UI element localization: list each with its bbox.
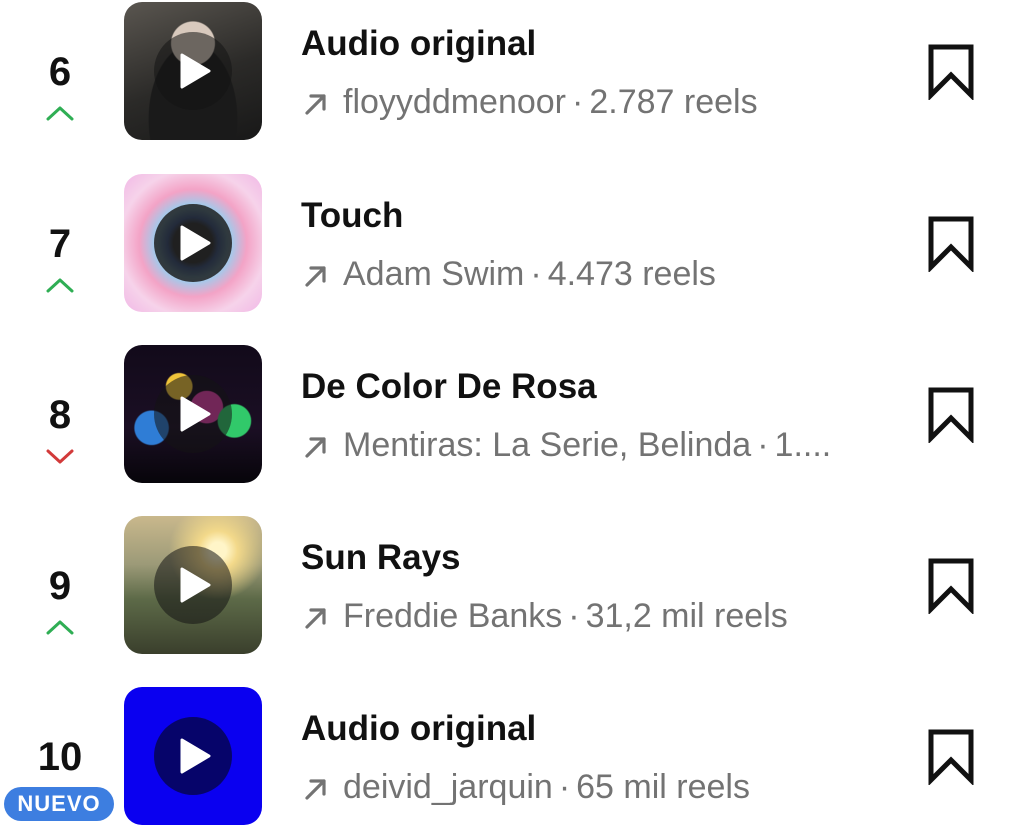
play-icon[interactable] [154,32,232,110]
separator-dot: · [558,768,571,806]
audio-thumbnail[interactable] [124,516,262,654]
arrow-up-right-icon [301,89,331,119]
separator-dot: · [757,426,769,464]
rank-number: 7 [48,222,72,266]
audio-meta: floyyddmenoor · 2.787 reels [301,80,901,124]
list-item[interactable]: 10 NUEVO Audio original deivid_jarquin · 6… [0,685,1024,825]
rank-number: 8 [48,393,72,437]
reels-count: 2.787 reels [589,83,758,121]
reels-count: 65 mil reels [576,768,750,806]
arrow-up-right-icon [301,774,331,804]
play-icon[interactable] [154,717,232,795]
rank-number: 9 [48,564,72,608]
reels-count: 1.... [774,426,832,464]
audio-meta: Freddie Banks · 31,2 mil reels [301,594,901,638]
trend-down-icon [0,447,120,470]
new-badge: NUEVO [4,787,114,821]
audio-title[interactable]: Sun Rays [301,536,461,580]
audio-thumbnail[interactable] [124,345,262,483]
audio-title[interactable]: Audio original [301,707,536,751]
audio-meta: deivid_jarquin · 65 mil reels [301,765,901,809]
rank-number: 6 [48,50,72,94]
bookmark-icon[interactable] [922,42,980,102]
arrow-up-right-icon [301,432,331,462]
reels-count: 31,2 mil reels [585,597,788,635]
bookmark-icon[interactable] [922,385,980,445]
separator-dot: · [572,83,584,121]
artist-name[interactable]: Adam Swim [343,255,524,293]
list-item[interactable]: 9 Sun Rays Freddie Banks · 31,2 mil reels [0,514,1024,654]
list-item[interactable]: 7 Touch Adam Swim · 4.473 reels [0,172,1024,312]
audio-thumbnail[interactable] [124,174,262,312]
artist-name[interactable]: deivid_jarquin [343,768,553,806]
artist-name[interactable]: Mentiras: La Serie, Belinda [343,426,751,464]
audio-meta: Mentiras: La Serie, Belinda · 1.... [301,423,901,467]
audio-thumbnail[interactable] [124,687,262,825]
reels-count: 4.473 reels [547,255,716,293]
trend-up-icon [0,618,120,641]
rank-number: 10 [37,735,83,779]
play-icon[interactable] [154,375,232,453]
audio-title[interactable]: De Color De Rosa [301,365,597,409]
artist-name[interactable]: floyyddmenoor [343,83,566,121]
separator-dot: · [530,255,542,293]
bookmark-icon[interactable] [922,727,980,787]
audio-meta: Adam Swim · 4.473 reels [301,252,901,296]
artist-name[interactable]: Freddie Banks [343,597,562,635]
bookmark-icon[interactable] [922,556,980,616]
separator-dot: · [568,597,580,635]
audio-thumbnail[interactable] [124,2,262,140]
audio-title[interactable]: Audio original [301,22,536,66]
bookmark-icon[interactable] [922,214,980,274]
trending-audio-list: 6 Audio original floyyddmenoor · 2.787 ree… [0,0,1024,831]
audio-title[interactable]: Touch [301,194,403,238]
trend-up-icon [0,104,120,127]
play-icon[interactable] [154,204,232,282]
arrow-up-right-icon [301,261,331,291]
list-item[interactable]: 6 Audio original floyyddmenoor · 2.787 ree… [0,0,1024,140]
trend-up-icon [0,276,120,299]
list-item[interactable]: 8 De Color De Rosa Mentiras: La Serie, B… [0,343,1024,483]
play-icon[interactable] [154,546,232,624]
arrow-up-right-icon [301,603,331,633]
